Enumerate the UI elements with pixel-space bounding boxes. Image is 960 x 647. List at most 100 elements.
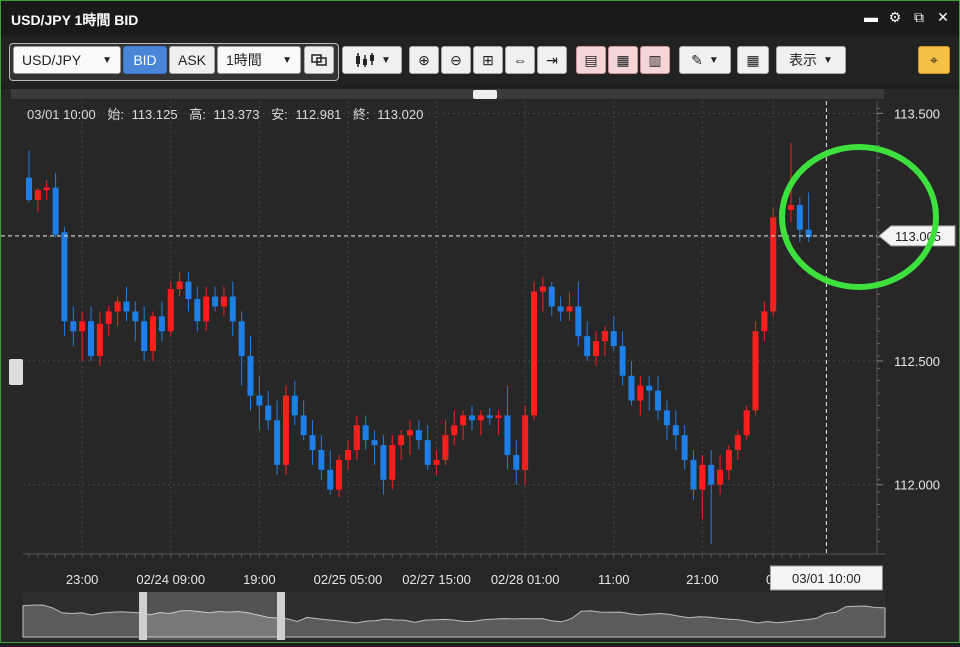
candle-body [158, 316, 165, 332]
window-controls: ▬ ⚙ ⧉ ✕ [863, 9, 951, 26]
candle-body [557, 306, 564, 312]
timeframe-select[interactable]: 1時間 ▼ [217, 46, 301, 74]
drawing-tool-button[interactable]: ✎ ▼ [679, 46, 731, 74]
navigator-right-handle[interactable] [277, 592, 285, 640]
candle-body [79, 321, 86, 332]
candle-body [743, 410, 750, 436]
candle-body [681, 435, 688, 460]
minimize-icon[interactable]: ▬ [863, 9, 879, 25]
candle-body [663, 410, 670, 426]
candle-body [619, 346, 626, 376]
candle-body [336, 459, 343, 490]
candle-body [176, 281, 183, 290]
drawing-settings-button[interactable]: ▦ [737, 46, 769, 74]
candle-body [70, 321, 77, 332]
chart-type-button[interactable]: ▼ [342, 46, 402, 74]
candle-body [531, 291, 538, 416]
candle-body [238, 321, 245, 356]
display-button[interactable]: 表示 ▼ [776, 46, 846, 74]
open-value: 113.125 [132, 107, 178, 122]
x-axis-tick-label: 02/27 15:00 [402, 572, 471, 587]
navigator-window[interactable] [143, 592, 281, 640]
zoom-in-icon: ⊕ [418, 51, 430, 68]
candle-body [593, 341, 600, 356]
candle-body [539, 286, 546, 292]
restore-icon[interactable]: ⧉ [911, 9, 927, 25]
candle-body [451, 425, 458, 436]
candle-body [513, 454, 520, 470]
window-title: USD/JPY 1時間 BID [11, 12, 139, 28]
pen-icon: ✎ [691, 51, 703, 68]
candle-body [300, 415, 307, 436]
candle-body [708, 464, 715, 485]
candle-body [406, 430, 413, 436]
crosshair-time-label: 03/01 10:00 [792, 571, 861, 586]
candle-body [229, 296, 236, 322]
candle-body [212, 296, 219, 307]
close-icon[interactable]: ✕ [935, 9, 951, 25]
candle-body [114, 301, 121, 312]
candle-body [167, 289, 174, 332]
chart-window: USD/JPY 1時間 BID ▬ ⚙ ⧉ ✕ USD/JPY ▼ BID AS… [0, 0, 960, 643]
x-axis-tick-label: 21:00 [686, 572, 719, 587]
candle-body [637, 385, 644, 401]
bid-button[interactable]: BID [123, 46, 167, 74]
x-axis-tick-label: 02/25 05:00 [314, 572, 383, 587]
link-button[interactable] [304, 46, 334, 74]
top-scroll-strip[interactable] [11, 89, 884, 99]
candle-body [96, 323, 103, 356]
link-icon [311, 54, 327, 66]
ohlc-readout: 03/01 10:00 始: 113.125 高: 113.373 安: 112… [27, 107, 423, 122]
candle-body [575, 306, 582, 337]
ohlc-time: 03/01 10:00 [27, 107, 96, 122]
crosshair-button[interactable]: ⊞ [473, 46, 503, 74]
toolbar: USD/JPY ▼ BID ASK 1時間 ▼ ▼ ⊕ ⊖ ⊞ ⇔ ⇥ ▤ ▦ … [1, 37, 959, 85]
target-button[interactable]: ⌖ [918, 46, 950, 74]
indicator-settings-button[interactable]: ▦ [608, 46, 638, 74]
candle-body [132, 311, 139, 322]
candle-body [274, 420, 281, 465]
title-bar: USD/JPY 1時間 BID ▬ ⚙ ⧉ ✕ [1, 1, 959, 35]
zoom-in-button[interactable]: ⊕ [409, 46, 439, 74]
candle-body [291, 395, 298, 416]
ask-button[interactable]: ASK [169, 46, 215, 74]
x-axis-tick-label: 02/24 09:00 [136, 572, 205, 587]
candle-body [725, 450, 732, 470]
gear-icon[interactable]: ⚙ [887, 9, 903, 25]
candle-body [699, 464, 706, 490]
candle-body [344, 450, 351, 460]
target-icon: ⌖ [930, 51, 938, 68]
chart-area[interactable]: 113.500113.000112.500112.000 23:0002/24 … [1, 89, 959, 642]
candle-body [256, 395, 263, 406]
candle-body [61, 232, 68, 322]
candle-body [734, 435, 741, 451]
candle-body [690, 459, 697, 490]
candle-body [646, 385, 653, 391]
candle-body [672, 425, 679, 436]
candle-body [787, 204, 794, 210]
candle-body [380, 445, 387, 480]
candle-body [584, 336, 591, 356]
symbol-label: USD/JPY [22, 52, 82, 68]
candle-body [26, 177, 32, 201]
scroll-latest-button[interactable]: ⇥ [537, 46, 567, 74]
candle-body [282, 395, 289, 465]
candle-body [610, 331, 617, 347]
remove-indicator-button[interactable]: ▥ [640, 46, 670, 74]
zoom-out-button[interactable]: ⊖ [441, 46, 471, 74]
close-label: 終: [353, 107, 370, 122]
add-indicator-button[interactable]: ▤ [576, 46, 606, 74]
chart-settings-icon: ▦ [616, 51, 630, 68]
chart-remove-icon: ▥ [648, 51, 662, 68]
left-collapse-handle[interactable] [9, 359, 23, 385]
top-collapse-handle[interactable] [473, 90, 497, 99]
chevron-down-icon: ▼ [381, 54, 391, 66]
chevron-down-icon: ▼ [823, 54, 833, 66]
symbol-select[interactable]: USD/JPY ▼ [13, 46, 121, 74]
navigator-left-handle[interactable] [139, 592, 147, 640]
candle-body [389, 445, 396, 480]
candle-body [185, 281, 192, 300]
candle-body [34, 190, 41, 201]
candlestick-chart[interactable]: 113.500113.000112.500112.000 23:0002/24 … [1, 89, 959, 642]
fit-width-button[interactable]: ⇔ [505, 46, 535, 74]
